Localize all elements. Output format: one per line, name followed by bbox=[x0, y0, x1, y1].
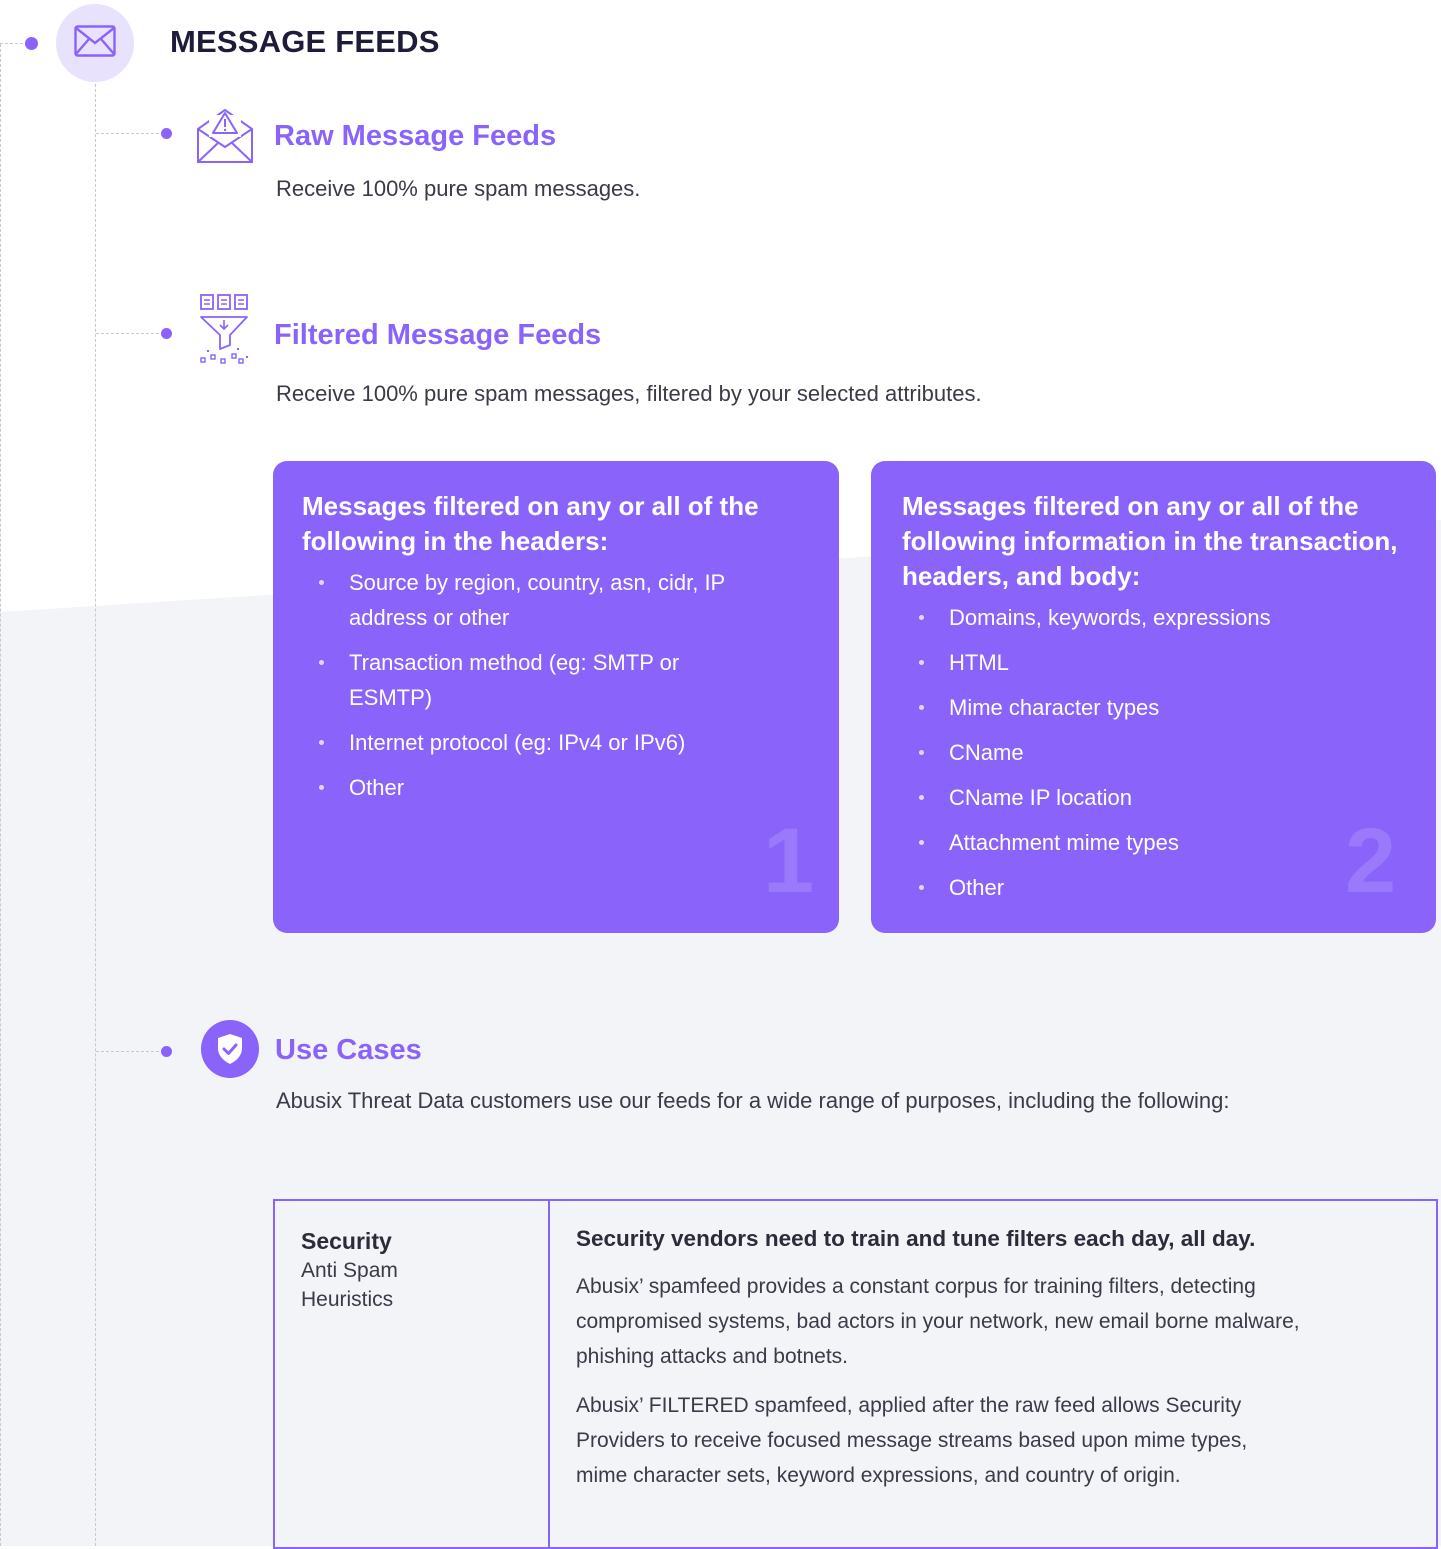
list-item: CName bbox=[902, 735, 1410, 770]
list-item: Other bbox=[902, 870, 1410, 905]
list-item: Transaction method (eg: SMTP or ESMTP) bbox=[302, 645, 759, 715]
list-item: CName IP location bbox=[902, 780, 1410, 815]
table-description-cell: Security vendors need to train and tune … bbox=[550, 1201, 1436, 1547]
use-case-heading: Security vendors need to train and tune … bbox=[576, 1226, 1256, 1251]
raw-feeds-title: Raw Message Feeds bbox=[274, 120, 557, 152]
list-item: Internet protocol (eg: IPv4 or IPv6) bbox=[302, 725, 813, 760]
subcategory-label: Heuristics bbox=[301, 1288, 394, 1311]
use-cases-title: Use Cases bbox=[275, 1034, 422, 1066]
list-item: Source by region, country, asn, cidr, IP… bbox=[302, 565, 759, 635]
connector-main bbox=[0, 43, 28, 44]
card-list: Domains, keywords, expressions HTML Mime… bbox=[902, 600, 1410, 905]
message-feeds-icon-circle bbox=[56, 4, 134, 82]
use-cases-table: Security Anti Spam Heuristics Security v… bbox=[273, 1199, 1438, 1549]
connector-use-cases bbox=[96, 1051, 164, 1052]
use-case-paragraph: Abusix’ spamfeed provides a constant cor… bbox=[576, 1275, 1300, 1368]
list-item: Domains, keywords, expressions bbox=[902, 600, 1410, 635]
timeline-outer-line bbox=[0, 44, 1, 1546]
envelope-icon bbox=[74, 24, 116, 62]
card-number: 1 bbox=[763, 810, 815, 912]
connector-raw bbox=[96, 133, 164, 134]
timeline-dot-raw bbox=[161, 128, 172, 139]
filter-card-body: Messages filtered on any or all of the f… bbox=[871, 461, 1436, 933]
use-case-paragraph: Abusix’ FILTERED spamfeed, applied after… bbox=[576, 1394, 1283, 1487]
timeline-dot-filtered bbox=[161, 328, 172, 339]
funnel-filter-icon bbox=[199, 293, 251, 372]
card-number: 2 bbox=[1345, 810, 1397, 912]
card-list: Source by region, country, asn, cidr, IP… bbox=[302, 565, 813, 805]
filter-card-headers: Messages filtered on any or all of the f… bbox=[273, 461, 839, 933]
list-item: Mime character types bbox=[902, 690, 1410, 725]
envelope-warning-icon bbox=[195, 107, 255, 170]
use-cases-description: Abusix Threat Data customers use our fee… bbox=[276, 1088, 1230, 1113]
list-item: Other bbox=[302, 770, 813, 805]
card-title: Messages filtered on any or all of the f… bbox=[902, 491, 1398, 591]
list-item: HTML bbox=[902, 645, 1410, 680]
page-title: MESSAGE FEEDS bbox=[170, 24, 440, 59]
list-item: Attachment mime types bbox=[902, 825, 1410, 860]
filtered-feeds-title: Filtered Message Feeds bbox=[274, 319, 602, 351]
raw-feeds-description: Receive 100% pure spam messages. bbox=[276, 176, 641, 201]
connector-filtered bbox=[96, 333, 164, 334]
card-title: Messages filtered on any or all of the f… bbox=[302, 491, 759, 556]
timeline-dot-main bbox=[25, 37, 38, 50]
filtered-feeds-description: Receive 100% pure spam messages, filtere… bbox=[276, 381, 982, 406]
subcategory-label: Anti Spam bbox=[301, 1259, 398, 1282]
shield-check-icon bbox=[201, 1020, 259, 1078]
timeline-inner-line bbox=[95, 84, 96, 1546]
category-label: Security bbox=[301, 1228, 392, 1254]
timeline-dot-use-cases bbox=[161, 1046, 172, 1057]
table-category-cell: Security Anti Spam Heuristics bbox=[275, 1201, 550, 1547]
